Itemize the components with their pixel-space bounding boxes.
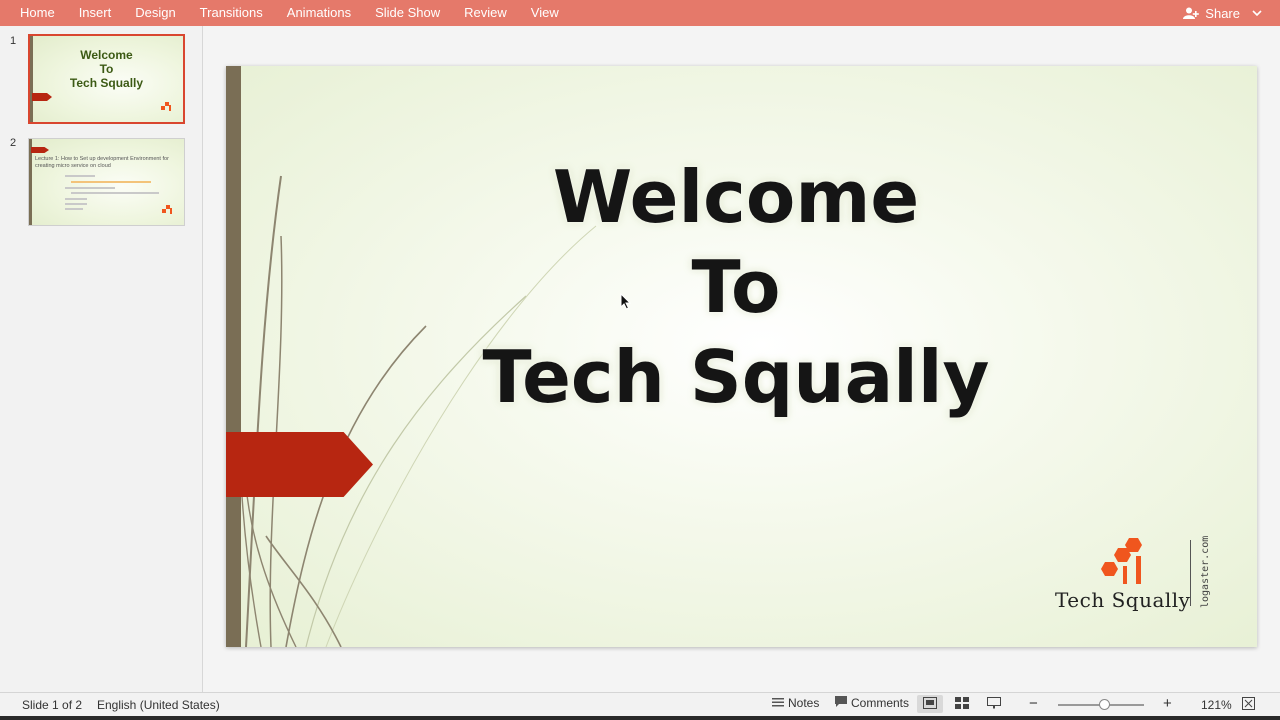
arrow-shape [31, 147, 49, 153]
bullet-line [71, 181, 151, 183]
mouse-pointer-icon [620, 292, 632, 315]
desktop-strip [0, 716, 1280, 720]
notes-label: Notes [788, 696, 820, 710]
hexagon-logo-icon [1101, 538, 1142, 584]
comments-label: Comments [851, 696, 910, 710]
fit-to-window-button[interactable] [1242, 697, 1255, 713]
mini-logo-icon [157, 102, 175, 116]
slide-counter: Slide 1 of 2 [22, 698, 83, 712]
ribbon-menu-bar: Home Insert Design Transitions Animation… [0, 0, 1280, 26]
zoom-slider-thumb[interactable] [1099, 699, 1110, 710]
logo-divider [1190, 540, 1191, 606]
logo-side-text: logaster.com [1200, 535, 1211, 608]
bullet-line [65, 198, 87, 200]
logo-text: Tech Squally [1055, 588, 1191, 612]
slide-thumbnail-pane: 1 Welcome To Tech Squally 2 Lecture 1: H… [0, 26, 203, 692]
slide-thumbnail-1[interactable]: Welcome To Tech Squally [28, 34, 185, 124]
arrow-shape [32, 93, 52, 101]
presenter-icon [987, 696, 1001, 712]
thumbnail-title: Lecture 1: How to Set up development Env… [35, 156, 169, 169]
normal-view-button[interactable] [917, 695, 943, 713]
accent-bar [226, 66, 241, 647]
zoom-level[interactable]: 121% [1201, 698, 1232, 712]
grid-icon [955, 696, 969, 712]
notes-icon [772, 696, 784, 710]
bullet-line [65, 203, 87, 205]
bullet-line [71, 192, 159, 194]
zoom-in-button[interactable]: + [1163, 695, 1172, 712]
slide-sorter-button[interactable] [949, 695, 975, 713]
tab-insert[interactable]: Insert [67, 0, 124, 26]
presenter-view-button[interactable] [981, 695, 1007, 713]
zoom-out-button[interactable]: − [1029, 695, 1038, 712]
status-bar: Slide 1 of 2 English (United States) Not… [0, 692, 1280, 716]
add-person-icon [1183, 7, 1200, 19]
tab-view[interactable]: View [519, 0, 571, 26]
thumbnail-title: Welcome To Tech Squally [30, 48, 183, 90]
tab-review[interactable]: Review [452, 0, 519, 26]
bullet-line [65, 175, 95, 177]
thumbnail-number: 2 [10, 137, 17, 149]
slide-title-line: To [691, 245, 781, 329]
thumbnail-number: 1 [10, 35, 17, 47]
slide-thumbnail-2[interactable]: Lecture 1: How to Set up development Env… [28, 138, 185, 226]
bullet-line [65, 208, 83, 210]
mini-logo-icon [158, 205, 176, 219]
fit-window-icon [1242, 697, 1255, 713]
slide-title-line: Tech Squally [482, 335, 990, 419]
slide-title-line: Welcome [552, 155, 920, 239]
comment-icon [835, 696, 847, 710]
arrow-shape[interactable] [226, 432, 373, 497]
comments-button[interactable]: Comments [835, 696, 909, 710]
tab-animations[interactable]: Animations [275, 0, 363, 26]
share-label: Share [1205, 5, 1240, 21]
slide-title-textbox[interactable]: Welcome To Tech Squally [406, 152, 1066, 422]
thumbnail-title-line: Tech Squally [69, 76, 144, 90]
tech-squally-logo[interactable]: Tech Squally logaster.com [1052, 532, 1242, 612]
tab-home[interactable]: Home [0, 0, 67, 26]
tab-transitions[interactable]: Transitions [188, 0, 275, 26]
normal-view-icon [923, 696, 937, 712]
language-indicator[interactable]: English (United States) [97, 698, 220, 712]
share-button[interactable]: Share [1183, 0, 1262, 26]
tab-slide-show[interactable]: Slide Show [363, 0, 452, 26]
thumbnail-title-line: Welcome [80, 48, 133, 62]
notes-button[interactable]: Notes [772, 696, 819, 710]
chevron-down-icon [1252, 10, 1262, 16]
thumbnail-title-line: To [99, 62, 114, 76]
bullet-line [65, 187, 115, 189]
tab-design[interactable]: Design [123, 0, 187, 26]
current-slide[interactable]: Welcome To Tech Squally Tech Squally log… [226, 66, 1257, 647]
